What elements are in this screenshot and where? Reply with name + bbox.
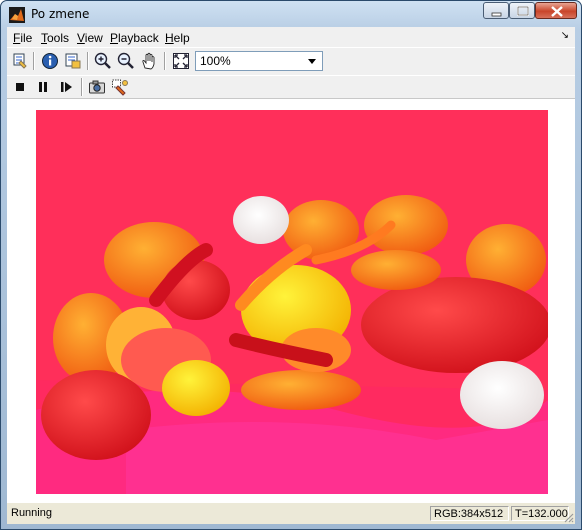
maximize-button[interactable] bbox=[509, 2, 535, 19]
zoom-value: 100% bbox=[200, 54, 231, 68]
pause-button[interactable] bbox=[33, 77, 53, 97]
snapshot-button[interactable] bbox=[87, 77, 107, 97]
title-bar[interactable]: Po zmene bbox=[1, 1, 581, 27]
zoom-select[interactable]: 100% bbox=[195, 51, 323, 71]
fit-to-window-icon bbox=[173, 53, 189, 69]
pan-hand-icon bbox=[142, 52, 155, 70]
status-text: Running bbox=[11, 507, 52, 519]
info-icon bbox=[42, 53, 58, 69]
zoom-in-button[interactable] bbox=[93, 51, 113, 71]
menu-bar: File Tools View Playback Help ↘ bbox=[7, 27, 575, 47]
pan-button[interactable] bbox=[139, 51, 159, 71]
menu-view[interactable]: View bbox=[77, 31, 103, 45]
print-button[interactable] bbox=[10, 51, 30, 71]
playback-toolbar bbox=[7, 75, 575, 99]
chevron-down-icon bbox=[308, 59, 316, 64]
info-button[interactable] bbox=[40, 51, 60, 71]
menu-tools[interactable]: Tools bbox=[41, 31, 69, 45]
step-forward-icon bbox=[61, 82, 72, 92]
resize-grip-icon[interactable] bbox=[562, 511, 574, 523]
stop-button[interactable] bbox=[10, 77, 30, 97]
stop-icon bbox=[16, 83, 24, 91]
dock-arrow-icon[interactable]: ↘ bbox=[561, 30, 569, 41]
highlight-button[interactable] bbox=[110, 77, 130, 97]
pause-icon bbox=[39, 82, 47, 92]
close-button[interactable] bbox=[535, 2, 577, 19]
menu-playback[interactable]: Playback bbox=[110, 31, 159, 45]
toolbar-separator bbox=[164, 52, 166, 70]
fit-to-window-button[interactable] bbox=[171, 51, 191, 71]
status-time: T=132.000 bbox=[511, 506, 569, 521]
snapshot-icon bbox=[89, 80, 105, 94]
minimize-button[interactable] bbox=[483, 2, 509, 19]
matlab-logo-icon bbox=[9, 7, 25, 23]
window-title: Po zmene bbox=[31, 7, 90, 21]
export-button[interactable] bbox=[63, 51, 83, 71]
main-toolbar: 100% bbox=[7, 47, 575, 76]
minimize-icon bbox=[491, 12, 502, 17]
video-frame bbox=[36, 110, 548, 494]
app-window: Po zmene File Tools View Playback Help ↘ bbox=[0, 0, 582, 530]
menu-help[interactable]: Help bbox=[165, 31, 190, 45]
zoom-out-icon bbox=[117, 52, 134, 69]
menu-file[interactable]: File bbox=[13, 31, 32, 45]
close-icon bbox=[551, 6, 563, 17]
step-forward-button[interactable] bbox=[56, 77, 76, 97]
toolbar-separator bbox=[81, 78, 83, 96]
status-bar: Running RGB:384x512 T=132.000 bbox=[7, 504, 575, 524]
print-icon bbox=[13, 53, 27, 69]
video-display[interactable] bbox=[7, 99, 575, 503]
status-format: RGB:384x512 bbox=[430, 506, 509, 521]
toolbar-separator bbox=[33, 52, 35, 70]
toolbar-separator bbox=[87, 52, 89, 70]
maximize-icon bbox=[517, 6, 529, 16]
zoom-out-button[interactable] bbox=[116, 51, 136, 71]
highlight-icon bbox=[112, 79, 128, 96]
client-area: File Tools View Playback Help ↘ 100% Run… bbox=[7, 27, 575, 524]
export-icon bbox=[65, 53, 81, 69]
zoom-in-icon bbox=[94, 52, 111, 69]
